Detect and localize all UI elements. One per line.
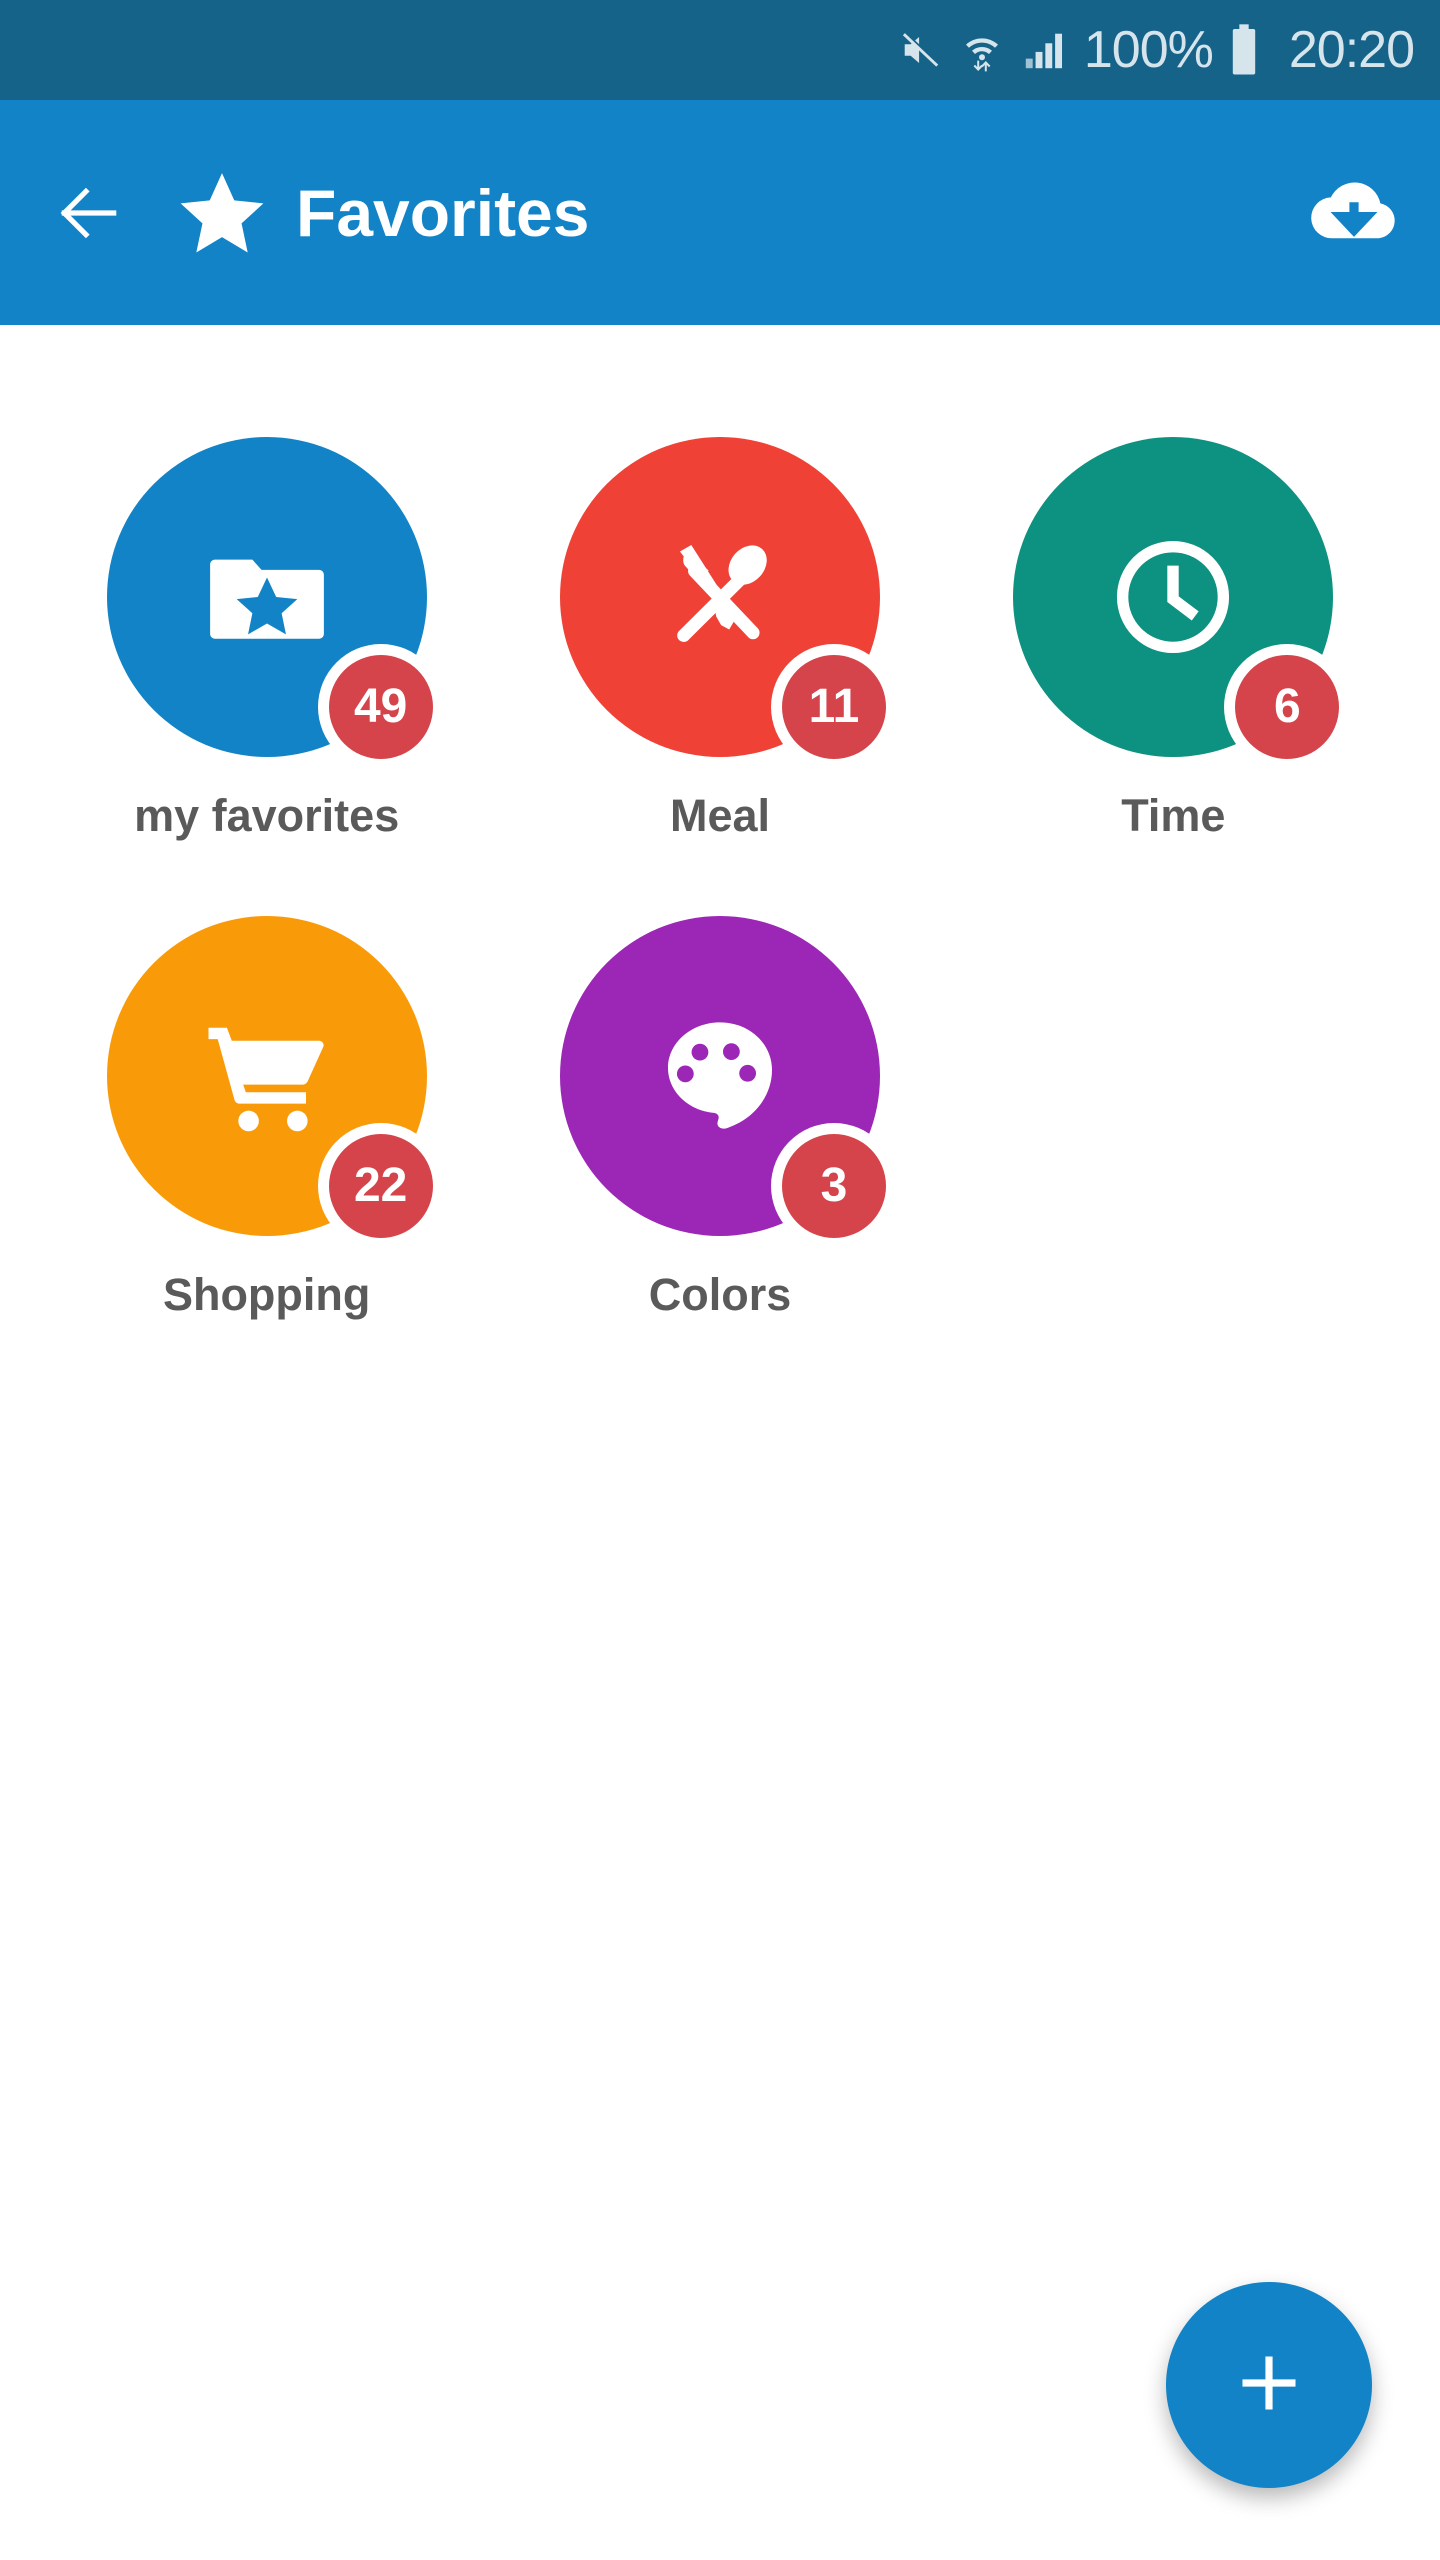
cloud-download-icon[interactable] <box>1306 165 1402 261</box>
status-bar-clock: 20:20 <box>1288 21 1415 79</box>
tile-circle-wrap: 49 <box>106 437 433 759</box>
tile-circle-wrap: 11 <box>559 437 886 759</box>
tile-circle: 3 <box>559 916 886 1238</box>
tile-label: Colors <box>648 1269 792 1320</box>
status-bar: 100% 20:20 <box>0 0 1440 100</box>
star-icon <box>176 167 268 259</box>
page-title: Favorites <box>296 175 590 250</box>
tile-label: my favorites <box>134 790 400 841</box>
tile-circle-wrap: 22 <box>106 916 433 1238</box>
wifi-icon <box>958 26 1006 74</box>
battery-icon <box>1227 22 1261 78</box>
tile-label: Shopping <box>162 1269 371 1320</box>
folder-star-icon <box>202 532 332 662</box>
tile-badge: 22 <box>328 1134 433 1238</box>
battery-percent-label: 100% <box>1083 21 1214 79</box>
cutlery-icon <box>655 532 785 662</box>
tile-time[interactable]: 6 Time <box>947 437 1400 838</box>
tile-badge: 6 <box>1235 655 1340 759</box>
signal-icon <box>1020 27 1068 73</box>
mute-icon <box>898 27 944 73</box>
tile-circle: 11 <box>559 437 886 759</box>
tile-colors[interactable]: 3 Colors <box>493 916 946 1317</box>
app-bar: Favorites <box>0 100 1440 329</box>
tile-circle-wrap: 3 <box>559 916 886 1238</box>
clock-icon <box>1108 532 1238 662</box>
add-favorite-fab[interactable] <box>1166 2282 1372 2488</box>
tile-circle-wrap: 6 <box>1013 437 1340 759</box>
tile-badge: 49 <box>328 655 433 759</box>
tile-shopping[interactable]: 22 Shopping <box>40 916 493 1317</box>
palette-icon <box>655 1011 785 1141</box>
tile-my-favorites[interactable]: 49 my favorites <box>40 437 493 838</box>
tile-label: Time <box>1121 790 1226 841</box>
favorites-grid: 49 my favorites 11 Meal 6 Time 22 Shoppi… <box>0 437 1440 1395</box>
tile-label: Meal <box>669 790 771 841</box>
plus-icon <box>1226 2340 1312 2431</box>
tile-circle: 49 <box>106 437 433 759</box>
content-area: 49 my favorites 11 Meal 6 Time 22 Shoppi… <box>0 325 1440 2560</box>
tile-badge: 3 <box>781 1134 886 1238</box>
back-arrow-icon[interactable] <box>52 176 126 250</box>
tile-meal[interactable]: 11 Meal <box>493 437 946 838</box>
tile-circle: 6 <box>1013 437 1340 759</box>
tile-badge: 11 <box>781 655 886 759</box>
tile-circle: 22 <box>106 916 433 1238</box>
shopping-cart-icon <box>202 1011 332 1141</box>
